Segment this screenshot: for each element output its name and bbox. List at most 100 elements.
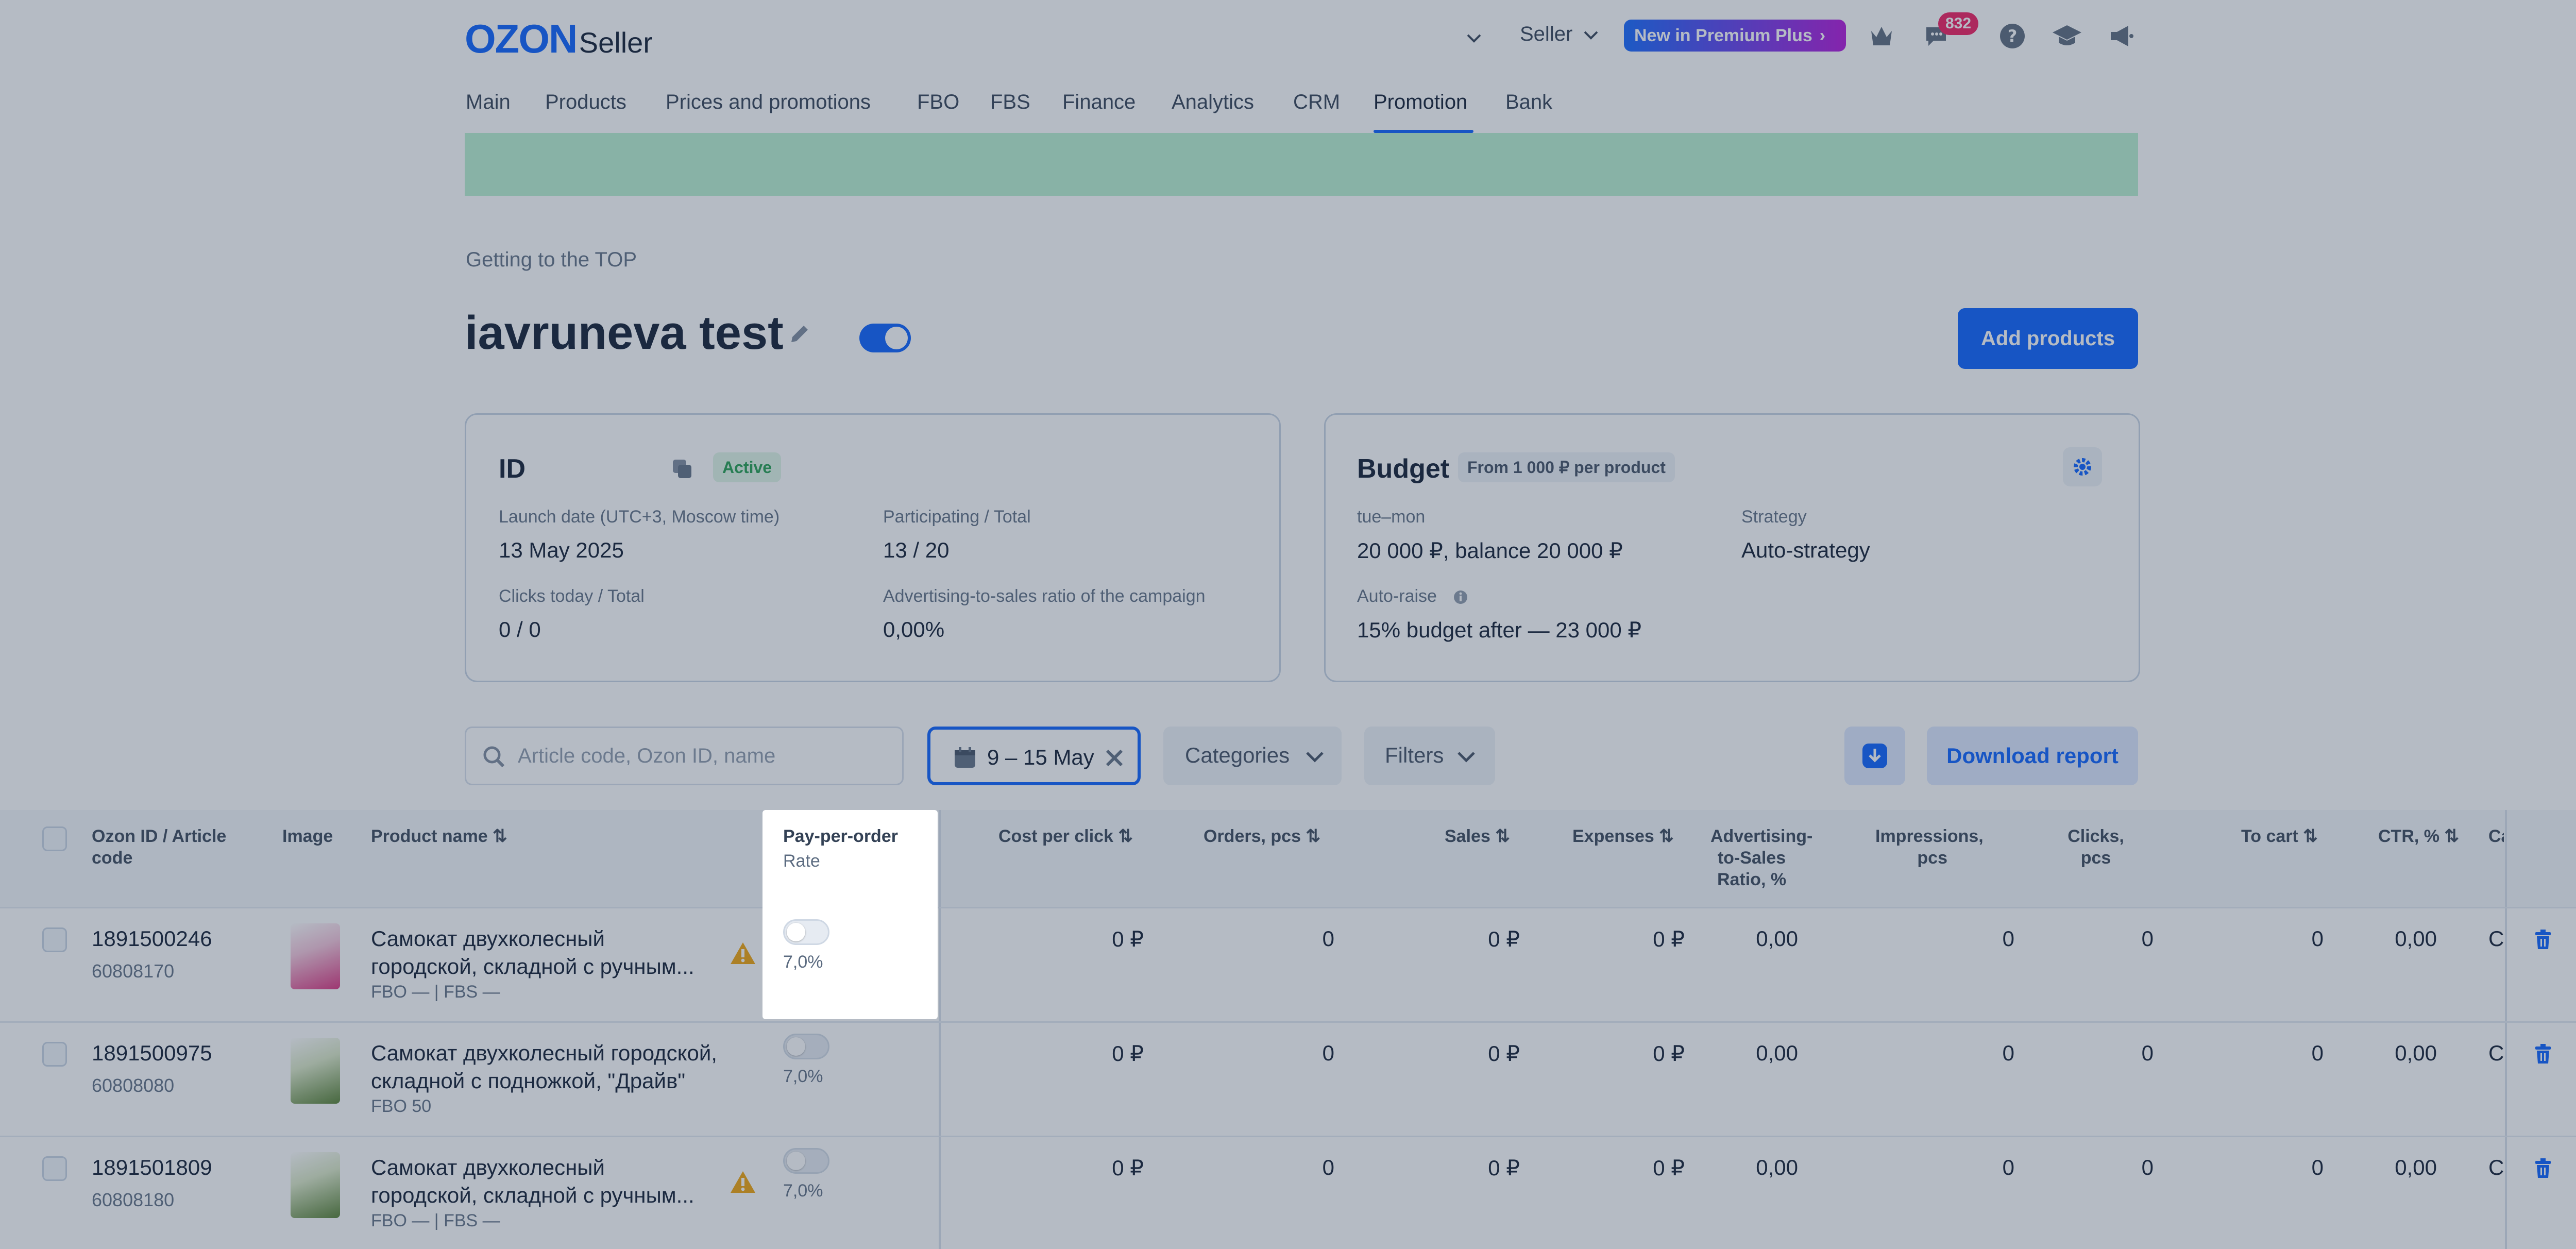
orders: 0 [1322,1041,1334,1065]
product-image[interactable] [291,923,340,989]
date-range-picker[interactable]: 9 – 15 May [927,727,1141,785]
nav-item-main[interactable]: Main [466,91,511,114]
nav-item-finance[interactable]: Finance [1062,91,1136,114]
column-header-sales[interactable]: Sales ⇅ [1445,825,1510,847]
seller-menu[interactable]: Seller [1520,23,1599,46]
column-header-ctr[interactable]: CTR, % ⇅ [2378,825,2459,847]
info-banner [465,133,2138,196]
column-header-expenses[interactable]: Expenses ⇅ [1572,825,1674,847]
nav-item-promotion[interactable]: Promotion [1374,91,1467,114]
ozon-id[interactable]: 1891500975 [92,1041,212,1066]
nav-item-prices-and-promotions[interactable]: Prices and promotions [666,91,871,114]
product-name-line1[interactable]: Самокат двухколесный городской, [371,1041,717,1066]
download-icon-button[interactable] [1844,727,1905,785]
ozon-id[interactable]: 1891500246 [92,926,212,951]
nav-item-analytics[interactable]: Analytics [1172,91,1254,114]
clicks: 0 [2141,1041,2154,1065]
product-image[interactable] [291,1038,340,1104]
cost-per-click: 0 ₽ [1112,1041,1144,1066]
launch-date-label: Launch date (UTC+3, Moscow time) [499,507,780,527]
status-badge: Active [713,452,782,482]
search-placeholder: Article code, Ozon ID, name [518,745,776,767]
categories-label: Categories [1185,743,1290,767]
ozon-id[interactable]: 1891501809 [92,1155,212,1180]
row-checkbox[interactable] [42,927,67,952]
breadcrumb[interactable]: Getting to the TOP [466,248,637,272]
column-header-impressions[interactable]: Impressions, pcs [1875,825,1984,869]
product-name-line2[interactable]: городской, складной с ручным... [371,954,694,979]
column-header-advertising-ratio[interactable]: Advertising-to-Sales Ratio, % [1710,825,1812,890]
svg-text:?: ? [2008,26,2018,46]
date-range-value: 9 – 15 May [987,745,1094,769]
chevron-down-icon [1306,752,1324,763]
sales: 0 ₽ [1488,927,1520,951]
warning-icon[interactable] [728,940,757,967]
column-header-orders[interactable]: Orders, pcs ⇅ [1204,825,1320,847]
ozon-logo[interactable]: OZON Seller [465,15,653,62]
nav-item-crm[interactable]: CRM [1293,91,1340,114]
gear-icon[interactable] [2063,447,2102,486]
column-header-name[interactable]: Product name ⇅ [371,825,507,847]
row-checkbox[interactable] [42,1042,67,1067]
warning-icon[interactable] [728,1169,757,1195]
pay-per-order-toggle[interactable] [783,1148,829,1174]
logo-brand: OZON [465,16,578,61]
row-checkbox[interactable] [42,1156,67,1181]
column-header-image: Image [282,826,333,846]
autoraise-value: 15% budget after — 23 000 ₽ [1357,618,1642,642]
product-name-line2[interactable]: городской, складной с ручным... [371,1183,694,1208]
crown-icon[interactable] [1867,22,1896,50]
add-products-button[interactable]: Add products [1958,308,2138,369]
autoraise-label: Auto-raise [1357,586,1437,606]
education-icon[interactable] [2050,21,2083,52]
nav-item-fbo[interactable]: FBO [917,91,959,114]
cost-per-click: 0 ₽ [1112,1156,1144,1180]
product-name-line1[interactable]: Самокат двухколесный [371,926,605,951]
column-header-to-cart[interactable]: To cart ⇅ [2241,825,2318,847]
column-header-rate: Rate [783,851,820,871]
column-header-clicks[interactable]: Clicks, pcs [2065,825,2127,869]
column-header-expenses-label: Expenses [1572,826,1654,846]
edit-icon[interactable] [784,318,815,349]
search-icon [483,746,505,768]
cut-column-value: Cl [2488,1041,2504,1065]
to-cart: 0 [2311,1041,2324,1065]
delete-icon[interactable] [2531,927,2555,952]
expenses: 0 ₽ [1653,927,1685,951]
nav-item-fbs[interactable]: FBS [990,91,1030,114]
delete-icon[interactable] [2531,1042,2555,1067]
column-header-id[interactable]: Ozon ID / Article code [92,825,267,869]
delete-icon[interactable] [2531,1156,2555,1181]
row-divider [0,1021,2576,1023]
copy-icon[interactable] [668,454,697,483]
product-image[interactable] [291,1152,340,1218]
clicks: 0 [2141,1155,2154,1179]
announcement-icon[interactable] [2106,21,2137,52]
search-input[interactable]: Article code, Ozon ID, name [465,727,904,785]
close-icon[interactable] [1105,748,1124,768]
ctr: 0,00 [2395,1041,2437,1065]
download-report-button[interactable]: Download report [1927,727,2138,785]
column-header-cpc[interactable]: Cost per click ⇅ [998,825,1133,847]
filters-dropdown[interactable]: Filters [1364,727,1495,785]
column-header-pay-per-order[interactable]: Pay-per-order [783,825,898,847]
cut-column-value: Cl [2488,926,2504,951]
product-name-line1[interactable]: Самокат двухколесный [371,1155,605,1180]
premium-plus-button[interactable]: New in Premium Plus › [1624,20,1846,52]
chevron-down-icon[interactable] [1461,26,1487,52]
product-name-line2[interactable]: складной с подножкой, "Драйв" [371,1069,685,1093]
download-icon [1862,744,1887,768]
advertising-ratio: 0,00 [1756,926,1798,951]
help-icon[interactable]: ? [1997,21,2028,52]
campaign-toggle[interactable] [859,324,911,352]
nav-item-bank[interactable]: Bank [1505,91,1552,114]
column-header-cpc-label: Cost per click [998,826,1113,846]
sort-icon: ⇅ [1306,826,1320,846]
info-icon[interactable] [1452,588,1469,606]
nav-item-products[interactable]: Products [545,91,626,114]
categories-dropdown[interactable]: Categories [1163,727,1342,785]
select-all-checkbox[interactable] [42,826,67,851]
pay-per-order-toggle[interactable] [783,919,829,945]
sticky-column-divider [939,810,941,1249]
pay-per-order-toggle[interactable] [783,1034,829,1059]
